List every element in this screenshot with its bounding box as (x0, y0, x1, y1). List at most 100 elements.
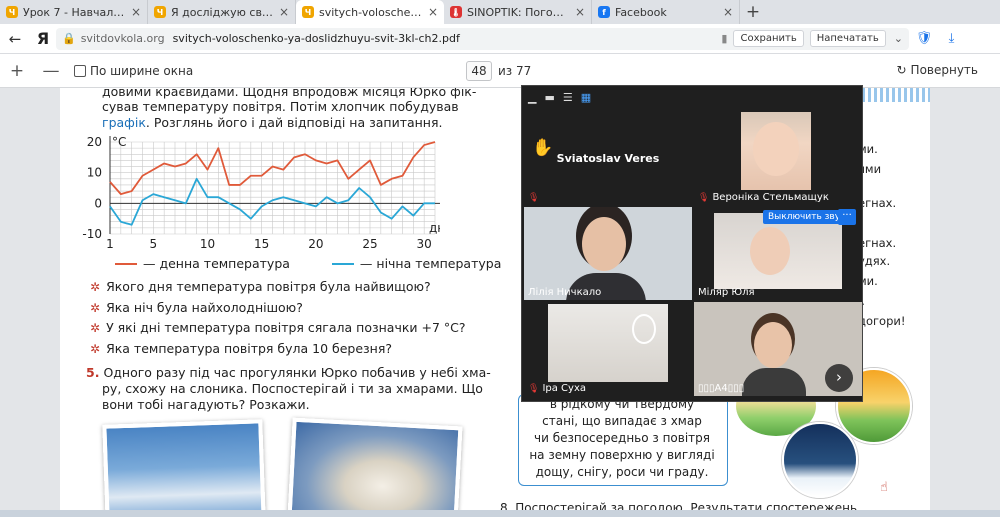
participant-tile-1[interactable]: 🎙 Вероніка Стельмащук (694, 108, 862, 205)
definition-line2: стані, що випадає з хмар (542, 414, 702, 428)
task5-number: 5. (86, 365, 100, 380)
sun-icon: ✲ (90, 279, 101, 294)
x-tick-label: 5 (150, 237, 158, 251)
tab-favicon-icon: Ч (302, 6, 314, 18)
tab-title: Facebook (615, 5, 667, 19)
question-1: ✲ Якого дня температура повітря була найв… (90, 279, 431, 294)
cloud-photo-1 (102, 419, 266, 517)
video-conference-window[interactable]: ▁ ▬ ☰ ▦ ✋ Sviatoslav Veres 🎙 🎙 Вероніка С… (521, 85, 863, 402)
url-field[interactable]: 🔒 svitdovkola.org svitych-voloschenko-ya… (56, 27, 909, 50)
participant-body-5 (742, 368, 806, 396)
minimize-icon[interactable]: ▁ (528, 91, 536, 104)
participant-label-1: 🎙 Вероніка Стельмащук (698, 192, 829, 203)
question-4: ✲ Яка температура повітря була 10 березня… (90, 341, 392, 356)
task5-line1: 5. Одного разу під час прогулянки Юрко п… (86, 364, 491, 381)
browser-window: Ч Урок 7 - Навчально-методи × Ч Я досліджую … (0, 0, 1000, 517)
fit-width-icon (74, 64, 86, 77)
definition-line4: на земну поверхню у вигляді (529, 448, 715, 462)
participant-tile-2[interactable]: Лілія Ничкало (524, 207, 692, 300)
tab-title: svitych-voloschenko-ya-d (319, 5, 424, 19)
participant-label-2: Лілія Ничкало (528, 287, 601, 298)
close-icon[interactable]: × (279, 5, 289, 19)
page-number-input[interactable]: 48 (466, 61, 492, 81)
x-tick-label: 10 (200, 237, 215, 251)
tab-favicon-icon: Ч (154, 6, 166, 18)
tab-1[interactable]: Ч Урок 7 - Навчально-методи × (0, 0, 148, 24)
sun-icon: ✲ (90, 341, 101, 356)
speaker-view-icon[interactable]: ▬ (544, 91, 554, 104)
sun-icon: ✲ (90, 300, 101, 315)
grid-view-icon[interactable]: ▦ (581, 91, 591, 104)
task5-line1-text: Одного разу під час прогулянки Юрко поба… (103, 365, 491, 380)
participant-label-3: Міляр Юля (698, 287, 755, 298)
save-button[interactable]: Сохранить (733, 30, 804, 47)
chevron-down-icon[interactable]: ⌄ (894, 32, 903, 45)
definition-line5: дощу, снігу, роси чи граду. (535, 465, 709, 479)
tab-4[interactable]: 🌡 SINOPTIK: Погода на 10 квіт × (444, 0, 592, 24)
legend-night-label: — нічна температура (359, 256, 502, 271)
print-button[interactable]: Напечатать (809, 30, 886, 47)
close-icon[interactable]: × (131, 5, 141, 19)
more-options-button[interactable]: ··· (838, 209, 856, 225)
task5-line2: ру, схожу на слоника. Поспостерігай і ти… (102, 381, 483, 396)
back-button[interactable]: ← (0, 30, 30, 48)
participant-name-4: Іра Суха (542, 383, 586, 394)
right-frag-4: егнах. (858, 236, 897, 250)
page-count: из 77 (498, 64, 532, 78)
participant-video-5 (754, 322, 792, 368)
question-3-text: У які дні температура повітря сягала поз… (106, 320, 466, 335)
close-icon[interactable]: × (723, 5, 733, 19)
graph-link[interactable]: графік (102, 115, 146, 130)
yandex-logo[interactable]: Я (30, 29, 56, 48)
zoom-in-button[interactable]: + (0, 61, 34, 81)
chart-legend: — денна температура — нічна температура (115, 256, 501, 271)
participant-tile-host[interactable]: ✋ Sviatoslav Veres 🎙 (524, 108, 692, 205)
strip-view-icon[interactable]: ☰ (563, 91, 573, 104)
zoom-out-button[interactable]: — (34, 61, 68, 81)
temperature-chart: 20100-10151015202530°Сдні (82, 135, 440, 251)
rotate-label: Повернуть (910, 63, 978, 77)
tab-favicon-icon: Ч (6, 6, 18, 18)
lock-icon: 🔒 (62, 32, 76, 45)
tab-title: SINOPTIK: Погода на 10 квіт (467, 5, 571, 19)
y-tick-label: 20 (87, 135, 102, 149)
new-tab-button[interactable]: + (740, 0, 766, 24)
fit-width-label: По ширине окна (90, 63, 194, 78)
rotate-button[interactable]: ↻ Повернуть (896, 63, 978, 77)
download-icon[interactable]: ⤓ (939, 31, 964, 46)
next-page-button[interactable]: › (825, 364, 853, 392)
x-tick-label: 20 (308, 237, 323, 251)
question-3: ✲ У які дні температура повітря сягала по… (90, 320, 466, 335)
ring-light (632, 314, 656, 344)
cloud-photo-2 (287, 417, 463, 517)
definition-text: в рідкому чи твердому стані, що випадає … (522, 396, 722, 481)
x-axis-label: дні (429, 221, 440, 235)
close-icon[interactable]: × (428, 5, 438, 19)
hand-cursor-icon: ☝ (880, 480, 888, 495)
tab-favicon-icon: 🌡 (450, 6, 462, 18)
definition-line3: чи безпосередньо з повітря (533, 431, 711, 445)
x-tick-label: 15 (254, 237, 269, 251)
participant-label-4: 🎙 Іра Суха (528, 383, 586, 394)
shield-icon[interactable]: 🛡 (909, 31, 939, 46)
tab-3[interactable]: Чsvitych-voloschenko-ya-d × (296, 0, 444, 24)
question-2: ✲ Яка ніч була найхолоднішою? (90, 300, 303, 315)
right-frag-8: догори! (858, 314, 906, 328)
participant-tile-4[interactable]: 🎙 Іра Суха (524, 302, 692, 396)
y-axis-label: °С (112, 135, 126, 149)
legend-day-label: — денна температура (143, 256, 290, 271)
close-icon[interactable]: × (575, 5, 585, 19)
intro-text-line3: графік. Розглянь його і дай відповіді на… (102, 114, 442, 131)
mic-off-icon: 🎙 (698, 192, 710, 203)
page-icon: ▮ (721, 32, 728, 45)
address-bar: ← Я 🔒 svitdovkola.org svitych-voloschenk… (0, 24, 1000, 54)
x-tick-label: 25 (362, 237, 377, 251)
tab-2[interactable]: Ч Я досліджую світ. Тема 8 "Г × (148, 0, 296, 24)
y-tick-label: 0 (94, 196, 102, 210)
tab-5[interactable]: f Facebook × (592, 0, 740, 24)
fit-width-button[interactable]: По ширине окна (74, 64, 193, 78)
page-decoration (862, 88, 930, 102)
intro-text-line3-rest: . Розглянь його і дай відповіді на запит… (145, 115, 443, 130)
task5-line3: вони тобі нагадують? Розкажи. (102, 397, 310, 412)
x-tick-label: 30 (417, 237, 432, 251)
